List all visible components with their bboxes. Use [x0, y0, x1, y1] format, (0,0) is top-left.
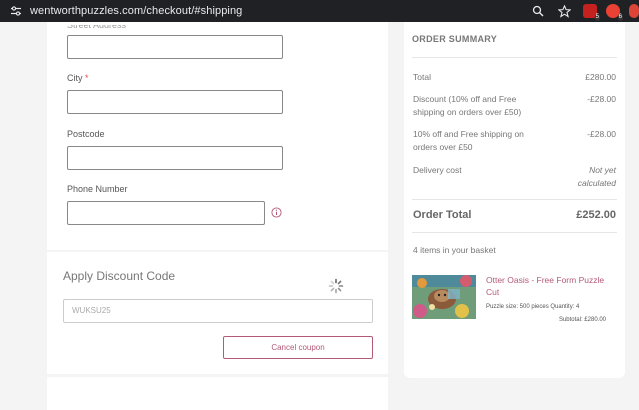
basket-items-count: 4 items in your basket: [413, 245, 496, 255]
city-label-text: City: [67, 73, 83, 83]
product-subtotal: Subtotal: £280.00: [558, 317, 606, 323]
site-settings-icon[interactable]: [10, 5, 22, 17]
discount-title: Apply Discount Code: [63, 269, 176, 283]
order-total-label: Order Total: [413, 209, 472, 221]
street-address-input[interactable]: [67, 35, 283, 59]
chrome-extension-icon[interactable]: [629, 4, 639, 18]
divider: [412, 199, 617, 200]
coupon-label: 10% off and Free shipping on orders over…: [413, 129, 524, 152]
loading-spinner-icon: [328, 278, 344, 294]
browser-toolbar: wentworthpuzzles.com/checkout/#shipping …: [0, 0, 639, 22]
total-label: Total: [413, 72, 431, 82]
product-meta: Puzzle size: 500 pieces Quantity: 4: [486, 304, 580, 310]
discount-value: -£28.00: [587, 94, 616, 104]
delivery-cost-label: Delivery cost: [413, 165, 462, 175]
street-address-label: Street Address: [67, 20, 127, 30]
browser-actions: 5 6: [531, 0, 639, 22]
form-footer-area: [47, 377, 388, 410]
discount-code-input[interactable]: WUKSU25: [63, 299, 373, 323]
city-input[interactable]: [67, 90, 283, 114]
bookmark-star-icon[interactable]: [557, 4, 571, 18]
city-label: City *: [67, 73, 89, 83]
product-name-link[interactable]: Otter Oasis - Free Form Puzzle Cut: [486, 274, 616, 298]
order-summary: ORDER SUMMARY Total £280.00 Discount (10…: [404, 22, 625, 378]
postcode-label: Postcode: [67, 129, 105, 139]
postcode-input[interactable]: [67, 146, 283, 170]
info-icon[interactable]: [271, 205, 282, 218]
divider: [412, 57, 617, 58]
required-mark: *: [85, 73, 89, 83]
cancel-coupon-button[interactable]: Cancel coupon: [223, 336, 373, 359]
discount-code-section: Apply Discount Code WUKSU25 Cancel coupo…: [47, 252, 388, 374]
zoom-icon[interactable]: [531, 4, 545, 18]
product-thumbnail[interactable]: [412, 275, 476, 319]
delivery-cost-value: Not yet calculated: [577, 165, 616, 188]
divider: [412, 232, 617, 233]
coupon-value: -£28.00: [587, 129, 616, 139]
phone-number-label: Phone Number: [67, 184, 128, 194]
order-total-value: £252.00: [576, 209, 616, 221]
shipping-form: Street Address City * Postcode Phone Num…: [47, 22, 388, 250]
gmail-extension-icon[interactable]: 5: [583, 4, 600, 21]
phone-number-input[interactable]: [67, 201, 265, 225]
total-value: £280.00: [585, 72, 616, 82]
order-summary-heading: ORDER SUMMARY: [412, 34, 498, 44]
address-bar-url[interactable]: wentworthpuzzles.com/checkout/#shipping: [30, 5, 242, 17]
google-extension-icon[interactable]: 6: [606, 4, 623, 21]
discount-label: Discount (10% off and Free shipping on o…: [413, 94, 522, 117]
extension-badge: 6: [617, 14, 623, 21]
extension-badge: 5: [594, 14, 600, 21]
